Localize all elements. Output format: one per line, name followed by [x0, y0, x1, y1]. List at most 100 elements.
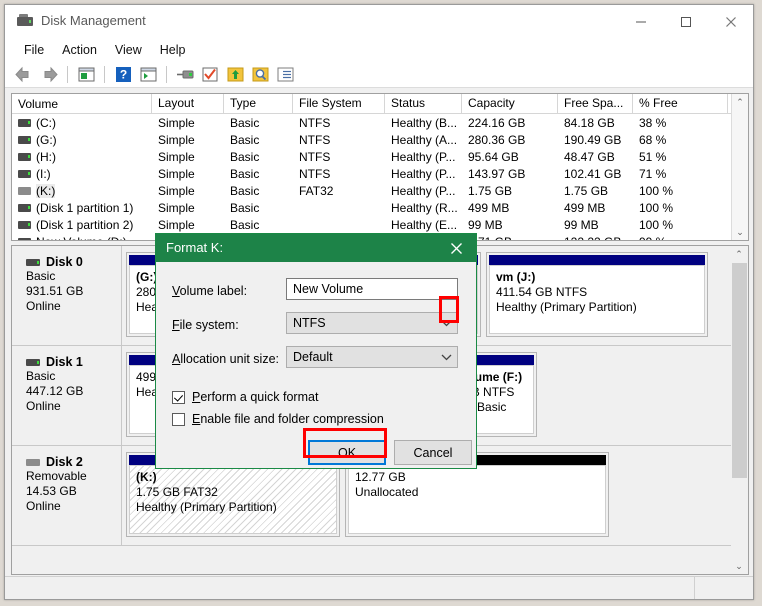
column-file-system[interactable]: File System	[293, 94, 385, 113]
cell-free: 84.18 GB	[564, 115, 615, 130]
volume-list-scrollbar[interactable]: ⌃ ⌄	[731, 94, 748, 240]
scroll-down-icon[interactable]: ⌄	[731, 558, 747, 574]
menu-help[interactable]: Help	[151, 41, 195, 59]
cell-fs: NTFS	[299, 166, 331, 181]
cell-pct: 38 %	[639, 115, 667, 130]
forward-arrow-icon[interactable]	[38, 64, 60, 85]
cell-free: 499 MB	[564, 200, 606, 215]
export-list-icon[interactable]	[224, 64, 246, 85]
volume-list: Volume Layout Type File System Status Ca…	[11, 93, 749, 241]
partition-line3: Unallocated	[355, 485, 419, 499]
column-type[interactable]: Type	[224, 94, 293, 113]
file-system-label: File system:	[172, 318, 239, 332]
column-capacity[interactable]: Capacity	[462, 94, 558, 113]
minimize-button[interactable]	[618, 5, 663, 39]
cell-layout: Simple	[158, 166, 195, 181]
scroll-up-icon[interactable]: ⌃	[731, 246, 747, 262]
file-system-select[interactable]: NTFS	[286, 312, 458, 334]
disk-icon	[26, 358, 40, 366]
cell-pct: 71 %	[639, 166, 667, 181]
disk-type: Basic	[26, 369, 56, 383]
cell-free: 122.22 GB	[558, 235, 633, 241]
quick-format-checkbox-row[interactable]: Perform a quick format	[172, 390, 318, 404]
close-button[interactable]	[708, 5, 753, 39]
title-bar: Disk Management	[5, 5, 753, 39]
cell-capacity: 280.36 GB	[468, 132, 526, 147]
cell-layout: Simple	[158, 217, 195, 232]
file-system-row: File system:	[172, 314, 294, 336]
volume-list-header: Volume Layout Type File System Status Ca…	[12, 94, 748, 114]
status-bar	[5, 576, 753, 599]
volume-name: (H:)	[36, 149, 56, 164]
search-icon[interactable]	[249, 64, 271, 85]
back-arrow-icon[interactable]	[13, 64, 35, 85]
table-row[interactable]: (Disk 1 partition 2) Simple Basic Healthy (…	[12, 216, 748, 233]
disk-info-disk-0[interactable]: Disk 0 Basic 931.51 GB Online	[12, 246, 122, 345]
volume-label-input[interactable]: New Volume	[286, 278, 458, 300]
properties-icon[interactable]	[174, 64, 196, 85]
cell-capacity: 99 MB	[468, 217, 503, 232]
cell-layout: Simple	[158, 132, 195, 147]
drive-icon	[18, 237, 31, 240]
chevron-down-icon[interactable]	[435, 313, 457, 333]
table-row[interactable]: (C:) Simple Basic NTFS Healthy (B... 224.16 G…	[12, 114, 748, 131]
scroll-up-icon[interactable]: ⌃	[732, 94, 748, 110]
chevron-down-icon[interactable]	[435, 347, 457, 367]
volume-cell: (I:)	[12, 167, 152, 181]
compression-checkbox[interactable]	[172, 412, 185, 426]
table-row[interactable]: (Disk 1 partition 1) Simple Basic Healthy (…	[12, 199, 748, 216]
cell-type: Basic	[230, 115, 260, 130]
compression-checkbox-row[interactable]: Enable file and folder compression	[172, 412, 384, 426]
scroll-down-icon[interactable]: ⌄	[732, 224, 748, 240]
partition-color-bar	[489, 255, 705, 265]
partition-details: vm (J:) 411.54 GB NTFS Healthy (Primary Pa…	[489, 265, 705, 334]
column-volume[interactable]: Volume	[12, 94, 152, 113]
list-view-icon[interactable]	[274, 64, 296, 85]
column-free-space[interactable]: Free Spa...	[558, 94, 633, 113]
menu-view[interactable]: View	[106, 41, 151, 59]
column-percent-free[interactable]: % Free	[633, 94, 728, 113]
ok-button[interactable]: OK	[308, 440, 386, 465]
partition-title: (K:)	[136, 470, 157, 484]
disk-view-scrollbar[interactable]: ⌃ ⌄	[731, 246, 748, 574]
disk-info-disk-1[interactable]: Disk 1 Basic 447.12 GB Online	[12, 346, 122, 445]
volume-label-row: Volume label:	[172, 280, 294, 302]
toolbar-separator	[67, 65, 68, 83]
cell-free: 190.49 GB	[564, 132, 622, 147]
cancel-button[interactable]: Cancel	[394, 440, 472, 465]
allocation-unit-select[interactable]: Default	[286, 346, 458, 368]
show-hide-console-tree-icon[interactable]	[75, 64, 97, 85]
disk-info-disk-2[interactable]: Disk 2 Removable 14.53 GB Online	[12, 446, 122, 545]
partition-details: 12.77 GB Unallocated	[348, 465, 606, 534]
status-bar-segment	[694, 577, 753, 599]
cell-free: 99 MB	[564, 217, 599, 232]
menu-bar: File Action View Help	[5, 39, 753, 61]
cell-pct: 68 %	[639, 132, 667, 147]
cell-fs: NTFS	[299, 149, 331, 164]
column-layout[interactable]: Layout	[152, 94, 224, 113]
partition-block[interactable]: vm (J:) 411.54 GB NTFS Healthy (Primary Pa…	[486, 252, 708, 337]
table-row[interactable]: (H:) Simple Basic NTFS Healthy (P... 95.64 GB…	[12, 148, 748, 165]
cell-capacity: 1.75 GB	[468, 183, 513, 198]
table-row[interactable]: (G:) Simple Basic NTFS Healthy (A... 280.36 G…	[12, 131, 748, 148]
show-hide-action-pane-icon[interactable]	[137, 64, 159, 85]
rescan-disks-icon[interactable]	[199, 64, 221, 85]
menu-action[interactable]: Action	[53, 41, 106, 59]
column-status[interactable]: Status	[385, 94, 462, 113]
menu-file[interactable]: File	[15, 41, 53, 59]
dialog-close-button[interactable]	[436, 234, 476, 262]
partition-line3: Healthy (Primary Partition)	[136, 500, 277, 514]
cell-type: Basic	[230, 200, 260, 215]
volume-cell: (Disk 1 partition 2)	[12, 218, 152, 232]
table-row[interactable]: (I:) Simple Basic NTFS Healthy (P... 143.97 G…	[12, 165, 748, 182]
quick-format-checkbox[interactable]	[172, 390, 185, 404]
cell-capacity: 95.64 GB	[468, 149, 519, 164]
maximize-button[interactable]	[663, 5, 708, 39]
scrollbar-thumb[interactable]	[732, 263, 747, 478]
cell-capacity: 224.16 GB	[468, 115, 526, 130]
table-row[interactable]: (K:) Simple Basic FAT32 Healthy (P... 1.75 GB…	[12, 182, 748, 199]
volume-cell: (K:)	[12, 183, 152, 198]
compression-label: Enable file and folder compression	[192, 412, 384, 426]
help-icon[interactable]: ?	[112, 64, 134, 85]
volume-cell: New Volume (D:)	[12, 235, 152, 240]
